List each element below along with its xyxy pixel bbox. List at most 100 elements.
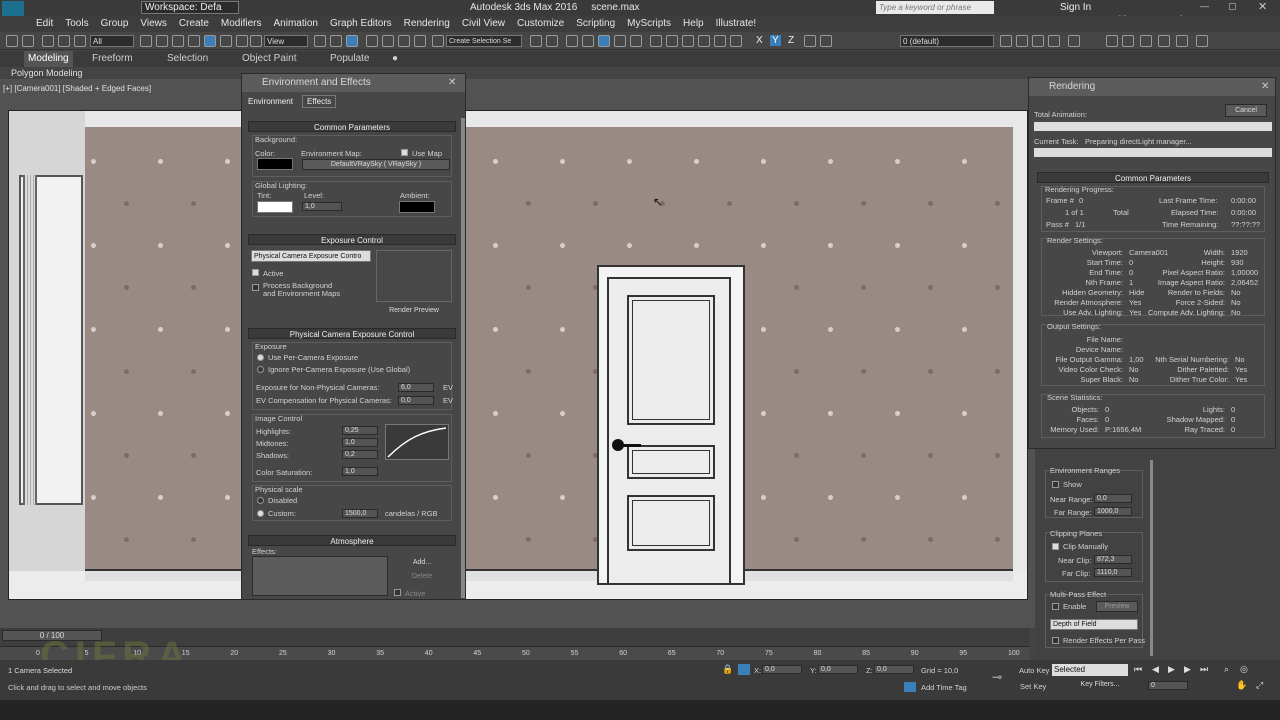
physical-exposure-rollout[interactable]: Physical Camera Exposure Control <box>248 328 456 339</box>
pan-icon[interactable]: ✋ <box>1236 680 1247 691</box>
lock-selection-icon[interactable]: 🔒 <box>722 664 733 675</box>
render-common-rollout[interactable]: Common Parameters <box>1037 172 1269 183</box>
far-clip-spinner[interactable]: 1110,0 <box>1094 568 1132 577</box>
effects-list[interactable] <box>252 556 388 596</box>
set-key-label[interactable]: Set Key <box>1020 682 1046 691</box>
rendering-dialog[interactable]: Rendering ✕ Total Animation: Cancel Curr… <box>1028 77 1276 449</box>
menu-customize[interactable]: Customize <box>511 16 570 32</box>
isolate-icon[interactable] <box>1068 35 1080 47</box>
use-per-camera-radio[interactable] <box>257 354 264 361</box>
custom-scale-spinner[interactable]: 1500,0 <box>342 509 378 518</box>
ribbon-options-icon[interactable]: ● <box>392 51 398 67</box>
maximize-icon[interactable]: ▢ <box>1228 1 1237 12</box>
menu-group[interactable]: Group <box>95 16 135 32</box>
rendered-frame-icon[interactable] <box>666 35 678 47</box>
menu-animation[interactable]: Animation <box>267 16 323 32</box>
layer-explorer-icon[interactable] <box>566 35 578 47</box>
container-save-icon[interactable] <box>1158 35 1170 47</box>
auto-key-label[interactable]: Auto Key <box>1019 666 1049 675</box>
tab-freeform[interactable]: Freeform <box>92 51 133 67</box>
menu-graph-editors[interactable]: Graph Editors <box>324 16 398 32</box>
highlights-spinner[interactable]: 0,25 <box>342 426 378 435</box>
multipass-type-dropdown[interactable]: Depth of Field <box>1050 619 1138 630</box>
window-crossing-icon[interactable] <box>188 35 200 47</box>
percent-snap-icon[interactable] <box>398 35 410 47</box>
far-range-spinner[interactable]: 1000,0 <box>1094 507 1132 516</box>
sign-in-button[interactable]: Sign In <box>1060 2 1091 13</box>
layer-dropdown[interactable]: 0 (default) <box>900 35 994 47</box>
spinner-snap-icon[interactable] <box>414 35 426 47</box>
near-clip-spinner[interactable]: 872,3 <box>1094 555 1132 564</box>
exposure-active-checkbox[interactable] <box>252 269 259 276</box>
go-to-end-icon[interactable]: ⏭ <box>1200 664 1208 675</box>
use-map-checkbox[interactable] <box>401 149 408 156</box>
select-place-icon[interactable] <box>250 35 262 47</box>
exposure-type-dropdown[interactable]: Physical Camera Exposure Contro <box>251 250 371 262</box>
ev-compensation-spinner[interactable]: 0,0 <box>398 396 434 405</box>
set-key-icon[interactable]: ⊸ <box>992 670 1002 684</box>
keyboard-shortcut-icon[interactable] <box>346 35 358 47</box>
menu-myscripts[interactable]: MyScripts <box>621 16 677 32</box>
close-icon[interactable]: ✕ <box>1258 0 1267 13</box>
menu-rendering[interactable]: Rendering <box>398 16 456 32</box>
ignore-per-camera-radio[interactable] <box>257 366 264 373</box>
redo-icon[interactable] <box>22 35 34 47</box>
ref-coord-dropdown[interactable]: View <box>264 35 308 47</box>
maximize-viewport-icon[interactable]: ⤢ <box>1256 680 1263 691</box>
y-coord-field[interactable]: 0,0 <box>818 665 858 674</box>
yz-plane-icon[interactable] <box>820 35 832 47</box>
xy-plane-icon[interactable] <box>804 35 816 47</box>
dialog-close-icon[interactable]: ✕ <box>448 77 456 88</box>
key-mode-dropdown[interactable]: Selected <box>1052 664 1128 676</box>
tab-environment[interactable]: Environment <box>248 97 293 106</box>
container-icon[interactable] <box>1106 35 1118 47</box>
render-iterative-icon[interactable] <box>698 35 710 47</box>
cancel-render-button[interactable]: Cancel <box>1225 104 1267 117</box>
curve-editor-icon[interactable] <box>598 35 610 47</box>
container-open-icon[interactable] <box>1122 35 1134 47</box>
play-icon[interactable]: ▶︎ <box>1168 664 1175 675</box>
atmosphere-active-checkbox[interactable] <box>394 589 401 596</box>
camera-viewport[interactable]: ↖ <box>8 110 1028 600</box>
delete-effect-button[interactable]: Delete <box>394 572 450 583</box>
tab-populate[interactable]: Populate <box>330 51 369 67</box>
render-production-icon[interactable] <box>682 35 694 47</box>
exposure-control-rollout[interactable]: Exposure Control <box>248 234 456 245</box>
render-setup-icon[interactable] <box>650 35 662 47</box>
ribbon-toggle-icon[interactable] <box>582 35 594 47</box>
dialog-scrollbar[interactable] <box>461 118 465 598</box>
color-saturation-spinner[interactable]: 1,0 <box>342 467 378 476</box>
menu-modifiers[interactable]: Modifiers <box>215 16 268 32</box>
go-to-start-icon[interactable]: ⏮ <box>1134 664 1142 675</box>
menu-civil-view[interactable]: Civil View <box>456 16 511 32</box>
manipulate-icon[interactable] <box>330 35 342 47</box>
render-preview-button[interactable]: Render Preview <box>376 306 452 317</box>
select-move-icon[interactable] <box>204 35 216 47</box>
midtones-spinner[interactable]: 1,0 <box>342 438 378 447</box>
snaps-toggle-icon[interactable] <box>366 35 378 47</box>
z-coord-field[interactable]: 0,0 <box>874 665 914 674</box>
select-rotate-icon[interactable] <box>220 35 232 47</box>
level-spinner[interactable]: 1,0 <box>302 202 342 211</box>
mirror-icon[interactable] <box>530 35 542 47</box>
environment-map-button[interactable]: DefaultVRaySky ( VRaySky ) <box>302 159 450 170</box>
common-parameters-rollout[interactable]: Common Parameters <box>248 121 456 132</box>
menu-create[interactable]: Create <box>173 16 215 32</box>
vray-lights-icon[interactable] <box>730 35 742 47</box>
menu-tools[interactable]: Tools <box>59 16 94 32</box>
custom-radio[interactable] <box>257 510 264 517</box>
tab-object-paint[interactable]: Object Paint <box>242 51 296 67</box>
select-object-icon[interactable] <box>140 35 152 47</box>
selection-set-dropdown[interactable]: Create Selection Se <box>446 35 522 47</box>
viewport-label[interactable]: [+] [Camera001] [Shaded + Edged Faces] <box>3 84 151 93</box>
workspace-dropdown[interactable]: Workspace: Defa <box>141 1 239 14</box>
x-axis-button[interactable]: X <box>756 35 763 46</box>
atmosphere-rollout[interactable]: Atmosphere <box>248 535 456 546</box>
select-scale-icon[interactable] <box>236 35 248 47</box>
tint-color-swatch[interactable] <box>257 201 293 213</box>
link-icon[interactable] <box>42 35 54 47</box>
menu-scripting[interactable]: Scripting <box>570 16 621 32</box>
near-range-spinner[interactable]: 0,0 <box>1094 494 1132 503</box>
menu-help[interactable]: Help <box>677 16 710 32</box>
select-by-name-icon[interactable] <box>156 35 168 47</box>
